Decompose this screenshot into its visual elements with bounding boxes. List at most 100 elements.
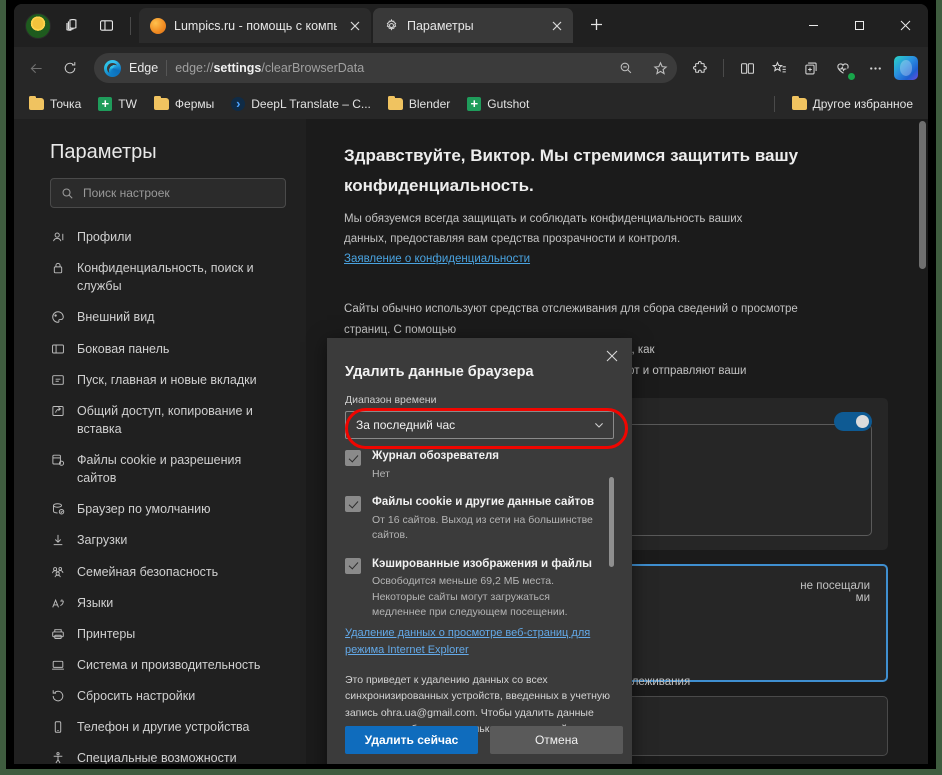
edge-icon bbox=[104, 59, 121, 77]
sidebar-item-languages[interactable]: Языки bbox=[34, 588, 286, 618]
phone-icon bbox=[50, 719, 66, 735]
bookmark-tw[interactable]: TW bbox=[91, 94, 144, 114]
paragraph-line-1: Мы обязуемся всегда защищать и соблюдать… bbox=[344, 212, 743, 225]
family-icon bbox=[50, 564, 66, 580]
sidebar-item-label: Система и производительность bbox=[77, 657, 261, 672]
close-icon[interactable] bbox=[600, 344, 624, 368]
zoom-out-icon[interactable] bbox=[613, 55, 639, 81]
tab-lumpics[interactable]: Lumpics.ru - помощь с компьют bbox=[139, 8, 371, 43]
split-screen-icon[interactable] bbox=[732, 53, 762, 83]
address-bar-url[interactable]: edge://settings/clearBrowserData bbox=[175, 61, 605, 75]
sidebar-item-appearance[interactable]: Внешний вид bbox=[34, 302, 286, 332]
reload-icon[interactable] bbox=[54, 52, 86, 84]
cancel-button[interactable]: Отмена bbox=[490, 726, 623, 754]
bookmark-gutshot[interactable]: Gutshot bbox=[460, 94, 536, 114]
search-icon bbox=[61, 187, 74, 200]
browser-essentials-icon[interactable] bbox=[828, 53, 858, 83]
new-tab-button[interactable] bbox=[581, 9, 611, 39]
bookmark-tochka[interactable]: Точка bbox=[22, 94, 88, 114]
sidebar-item-label: Общий доступ, копирование и вставка bbox=[77, 403, 253, 436]
privacy-statement-link[interactable]: Заявление о конфиденциальности bbox=[344, 253, 530, 265]
search-placeholder: Поиск настроек bbox=[83, 186, 170, 200]
sidebar-item-label: Конфиденциальность, поиск и службы bbox=[77, 261, 254, 294]
star-icon[interactable] bbox=[647, 55, 673, 81]
chevron-down-icon bbox=[593, 419, 605, 431]
sidebar-item-label: Языки bbox=[77, 595, 114, 610]
collections-add-icon[interactable] bbox=[796, 53, 826, 83]
clear-now-button[interactable]: Удалить сейчас bbox=[345, 726, 478, 754]
startup-icon bbox=[50, 372, 66, 388]
copilot-icon[interactable] bbox=[894, 56, 918, 80]
sidebar-item-reset[interactable]: Сбросить настройки bbox=[34, 681, 286, 711]
extensions-icon[interactable] bbox=[685, 53, 715, 83]
tab-copy-icon[interactable] bbox=[56, 10, 88, 42]
sidebar-item-profiles[interactable]: Профили bbox=[34, 222, 286, 252]
profile-button[interactable] bbox=[22, 10, 54, 42]
sidebar-item-sidebar[interactable]: Боковая панель bbox=[34, 334, 286, 364]
sidebar-item-downloads[interactable]: Загрузки bbox=[34, 525, 286, 555]
other-favorites-button[interactable]: Другое избранное bbox=[785, 94, 920, 114]
favorites-star-list-icon[interactable] bbox=[764, 53, 794, 83]
split-pane-icon[interactable] bbox=[90, 10, 122, 42]
sidebar-item-label: Семейная безопасность bbox=[77, 564, 219, 579]
data-type-cache[interactable]: Кэшированные изображения и файлы Освобод… bbox=[345, 557, 614, 621]
data-type-cookies[interactable]: Файлы cookie и другие данные сайтов От 1… bbox=[345, 495, 614, 543]
data-type-history[interactable]: Журнал обозревателя Нет bbox=[345, 449, 614, 482]
sidebar-item-share[interactable]: Общий доступ, копирование и вставка bbox=[34, 396, 286, 444]
sidebar-item-cookies[interactable]: Файлы cookie и разрешения сайтов bbox=[34, 445, 286, 493]
window-controls bbox=[790, 4, 928, 47]
sidebar-item-system[interactable]: Система и производительность bbox=[34, 650, 286, 680]
tracking-prevention-toggle[interactable] bbox=[834, 411, 872, 431]
deepl-icon bbox=[231, 97, 246, 111]
sidebar-item-label: Загрузки bbox=[77, 533, 128, 548]
url-suffix: /clearBrowserData bbox=[261, 61, 365, 75]
sidebar-item-default-browser[interactable]: Браузер по умолчанию bbox=[34, 494, 286, 524]
bookmark-deepl[interactable]: DeepL Translate – C... bbox=[224, 94, 378, 114]
settings-nav-list: Профили Конфиденциальность, поиск и служ… bbox=[34, 222, 286, 764]
screenshot-root: Lumpics.ru - помощь с компьют Параметры bbox=[0, 0, 942, 775]
data-types-list[interactable]: Журнал обозревателя Нет Файлы cookie и д… bbox=[345, 449, 614, 623]
close-icon[interactable] bbox=[345, 16, 365, 36]
bookmark-fermy[interactable]: Фермы bbox=[147, 94, 221, 114]
clear-browsing-data-dialog: Удалить данные браузера Диапазон времени… bbox=[327, 338, 632, 764]
bookmarks-divider bbox=[773, 96, 775, 112]
reset-icon bbox=[50, 688, 66, 704]
data-type-label: Кэшированные изображения и файлы bbox=[372, 557, 592, 570]
data-type-label: Журнал обозревателя bbox=[372, 450, 499, 462]
sidebar-item-label: Сбросить настройки bbox=[77, 689, 196, 703]
checkbox-cache[interactable] bbox=[345, 557, 361, 574]
bookmark-label: TW bbox=[118, 97, 137, 111]
folder-icon bbox=[791, 95, 807, 110]
url-prefix: edge:// bbox=[175, 61, 214, 75]
sidebar-item-startup[interactable]: Пуск, главная и новые вкладки bbox=[34, 365, 286, 395]
content-heading: Здравствуйте, Виктор. Мы стремимся защит… bbox=[344, 146, 799, 195]
sidebar-item-printers[interactable]: Принтеры bbox=[34, 619, 286, 649]
toolbar-divider bbox=[723, 59, 724, 77]
sidebar-item-label: Профили bbox=[77, 230, 132, 244]
ie-clear-data-link[interactable]: Удаление данных о просмотре веб-страниц … bbox=[345, 625, 614, 659]
time-range-select[interactable]: За последний час bbox=[345, 411, 614, 439]
dialog-actions: Удалить сейчас Отмена bbox=[345, 726, 623, 754]
maximize-button[interactable] bbox=[836, 4, 882, 47]
profile-avatar bbox=[25, 12, 51, 39]
checkbox-history[interactable] bbox=[345, 450, 361, 466]
checkbox-cookies[interactable] bbox=[345, 496, 361, 513]
close-icon[interactable] bbox=[547, 16, 567, 36]
search-input[interactable]: Поиск настроек bbox=[50, 178, 286, 208]
address-bar[interactable]: Edge edge://settings/clearBrowserData bbox=[94, 53, 677, 83]
tab-settings[interactable]: Параметры bbox=[373, 8, 573, 43]
close-window-button[interactable] bbox=[882, 4, 928, 47]
sidebar-icon bbox=[50, 341, 66, 357]
accessibility-icon bbox=[50, 750, 66, 764]
back-arrow-icon[interactable] bbox=[20, 52, 52, 84]
sidebar-item-privacy[interactable]: Конфиденциальность, поиск и службы bbox=[34, 253, 286, 301]
sidebar-item-family[interactable]: Семейная безопасность bbox=[34, 557, 286, 587]
minimize-button[interactable] bbox=[790, 4, 836, 47]
sidebar-item-phone[interactable]: Телефон и другие устройства bbox=[34, 712, 286, 742]
data-type-sub: Освободится меньше 69,2 МБ места. Некото… bbox=[372, 575, 568, 618]
sidebar-item-accessibility[interactable]: Специальные возможности bbox=[34, 743, 286, 764]
dialog-scrollbar[interactable] bbox=[609, 477, 614, 567]
bookmark-blender[interactable]: Blender bbox=[381, 94, 457, 114]
more-ellipsis-icon[interactable] bbox=[860, 53, 890, 83]
page-scrollbar[interactable] bbox=[919, 121, 926, 269]
